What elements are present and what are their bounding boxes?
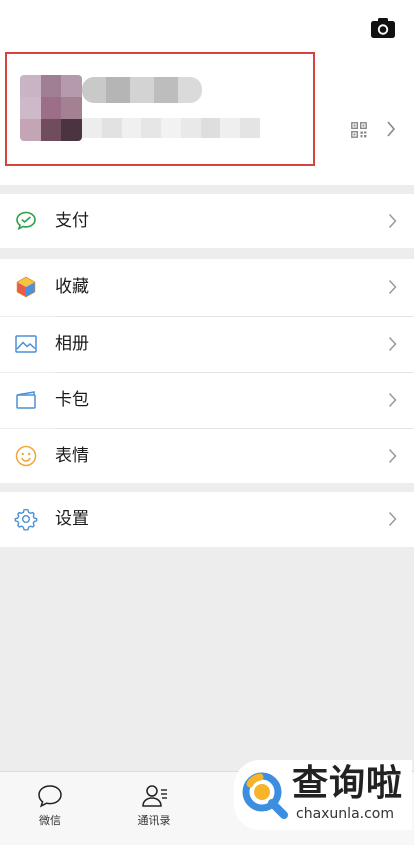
- chevron-right-icon: [388, 336, 397, 352]
- gear-icon: [14, 508, 38, 531]
- tab-label: 通讯录: [137, 814, 171, 827]
- card-wallet-icon: [16, 391, 36, 409]
- contacts-icon: [142, 785, 167, 807]
- menu-item-label: 设置: [55, 509, 89, 529]
- menu-item-label: 表情: [55, 446, 89, 466]
- tab-label: 微信: [39, 814, 61, 827]
- chat-bubble-icon: [38, 785, 62, 808]
- tab-contacts[interactable]: 通讯录: [114, 772, 194, 845]
- menu-item-stickers[interactable]: 表情: [0, 429, 414, 483]
- album-icon: [15, 335, 37, 353]
- qr-code-icon[interactable]: [351, 122, 367, 138]
- menu-item-settings[interactable]: 设置: [0, 492, 414, 547]
- menu-item-label: 相册: [55, 334, 89, 354]
- menu-item-label: 收藏: [55, 277, 89, 297]
- tab-chats[interactable]: 微信: [10, 772, 90, 845]
- watermark-title: 查询啦: [292, 763, 404, 804]
- chevron-right-icon[interactable]: [386, 120, 396, 138]
- chevron-right-icon: [388, 392, 397, 408]
- menu-item-label: 卡包: [55, 390, 89, 410]
- profile-header: [0, 0, 414, 185]
- watermark-url: chaxunla.com: [296, 806, 394, 822]
- menu-item-cards[interactable]: 卡包: [0, 373, 414, 428]
- highlight-annotation-box: [5, 52, 315, 166]
- camera-icon[interactable]: [370, 16, 396, 40]
- magnifier-logo-icon: [242, 772, 288, 819]
- chevron-right-icon: [388, 448, 397, 464]
- chevron-right-icon: [388, 279, 397, 295]
- menu-item-album[interactable]: 相册: [0, 317, 414, 372]
- menu-item-label: 支付: [55, 211, 89, 231]
- menu-item-pay[interactable]: 支付: [0, 194, 414, 248]
- menu-item-favorites[interactable]: 收藏: [0, 259, 414, 316]
- chevron-right-icon: [388, 213, 397, 229]
- favorites-cube-icon: [16, 276, 36, 298]
- smiley-icon: [15, 445, 37, 467]
- watermark-badge: 查询啦 chaxunla.com: [234, 760, 412, 830]
- chevron-right-icon: [388, 511, 397, 527]
- pay-icon: [16, 211, 36, 231]
